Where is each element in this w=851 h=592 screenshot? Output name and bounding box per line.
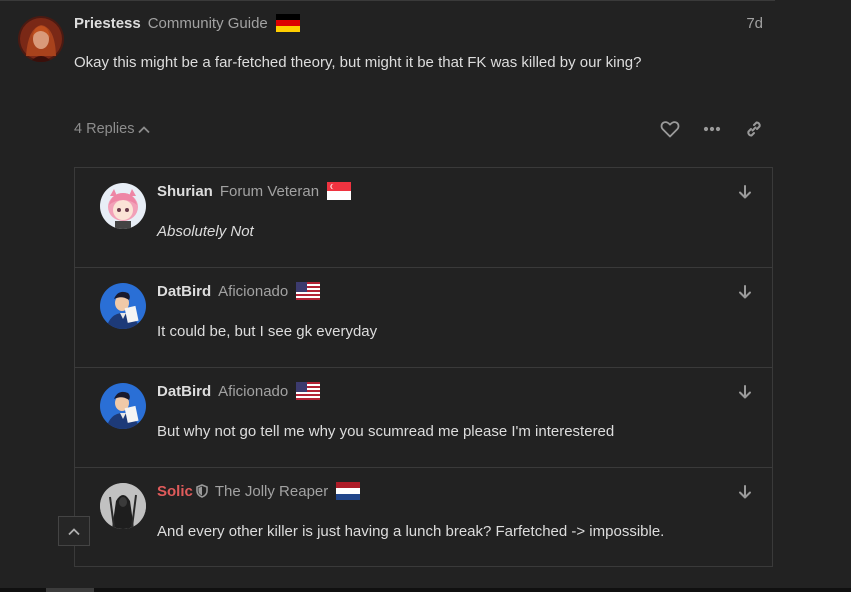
priestess-avatar[interactable] <box>18 16 64 62</box>
scroll-to-top-button[interactable] <box>58 516 90 546</box>
solic-avatar[interactable] <box>100 483 146 529</box>
reply-user-title: Aficionado <box>218 382 289 400</box>
post-username[interactable]: Priestess <box>74 15 141 32</box>
post-meta: Priestess Community Guide <box>74 12 300 34</box>
post-user-title: Community Guide <box>147 14 268 32</box>
replies-count-label: 4 Replies <box>74 121 135 137</box>
jump-to-reply-button[interactable] <box>736 282 754 302</box>
jump-to-reply-button[interactable] <box>736 482 754 502</box>
jump-to-reply-button[interactable] <box>736 182 754 202</box>
usa-flag-icon <box>296 382 321 400</box>
singapore-flag-icon <box>327 182 352 200</box>
reply-username[interactable]: DatBird <box>157 383 211 400</box>
reply-item: Shurian Forum Veteran Absolutely Not <box>75 168 772 268</box>
more-button[interactable] <box>700 118 724 140</box>
reply-user-title: Forum Veteran <box>219 182 320 200</box>
arrow-down-icon <box>739 185 751 199</box>
reply-user-title: The Jolly Reaper <box>214 482 329 500</box>
reply-meta: DatBird Aficionado <box>157 380 321 402</box>
reply-meta: Solic The Jolly Reaper <box>157 480 361 502</box>
reply-item: DatBird Aficionado It could be, but I se… <box>75 268 772 368</box>
chevron-up-icon <box>138 125 151 133</box>
reply-body: It could be, but I see gk everyday <box>157 323 378 340</box>
top-divider <box>0 0 775 1</box>
link-icon <box>747 121 761 137</box>
arrow-down-icon <box>739 385 751 399</box>
germany-flag-icon <box>275 14 300 32</box>
reply-meta: DatBird Aficionado <box>157 280 321 302</box>
reply-item: Solic The Jolly Reaper And every other k… <box>75 468 772 568</box>
like-button[interactable] <box>658 118 682 140</box>
reply-user-title: Aficionado <box>218 282 289 300</box>
reply-body: Absolutely Not <box>157 223 254 240</box>
netherlands-flag-icon <box>336 482 361 500</box>
reply-item: DatBird Aficionado But why not go tell m… <box>75 368 772 468</box>
bottom-bar <box>0 588 851 592</box>
reply-username[interactable]: Solic <box>157 483 193 500</box>
more-icon <box>703 126 721 132</box>
reply-body: But why not go tell me why you scumread … <box>157 423 615 440</box>
reply-meta: Shurian Forum Veteran <box>157 180 352 202</box>
post-body: Okay this might be a far-fetched theory,… <box>74 54 642 71</box>
reply-body: And every other killer is just having a … <box>157 523 665 540</box>
post-time[interactable]: 7d <box>746 15 763 32</box>
datbird-avatar[interactable] <box>100 383 146 429</box>
usa-flag-icon <box>296 282 321 300</box>
arrow-down-icon <box>739 285 751 299</box>
jump-to-reply-button[interactable] <box>736 382 754 402</box>
shield-icon <box>196 484 208 498</box>
chevron-up-icon <box>68 527 80 535</box>
replies-toggle-button[interactable]: 4 Replies <box>74 120 151 138</box>
datbird-avatar[interactable] <box>100 283 146 329</box>
copy-link-button[interactable] <box>742 118 766 140</box>
replies-container: Shurian Forum Veteran Absolutely Not Dat… <box>74 167 773 567</box>
arrow-down-icon <box>739 485 751 499</box>
heart-icon <box>660 121 680 138</box>
bottom-bar-segment <box>46 588 94 592</box>
shurian-avatar[interactable] <box>100 183 146 229</box>
reply-username[interactable]: DatBird <box>157 283 211 300</box>
reply-username[interactable]: Shurian <box>157 183 213 200</box>
